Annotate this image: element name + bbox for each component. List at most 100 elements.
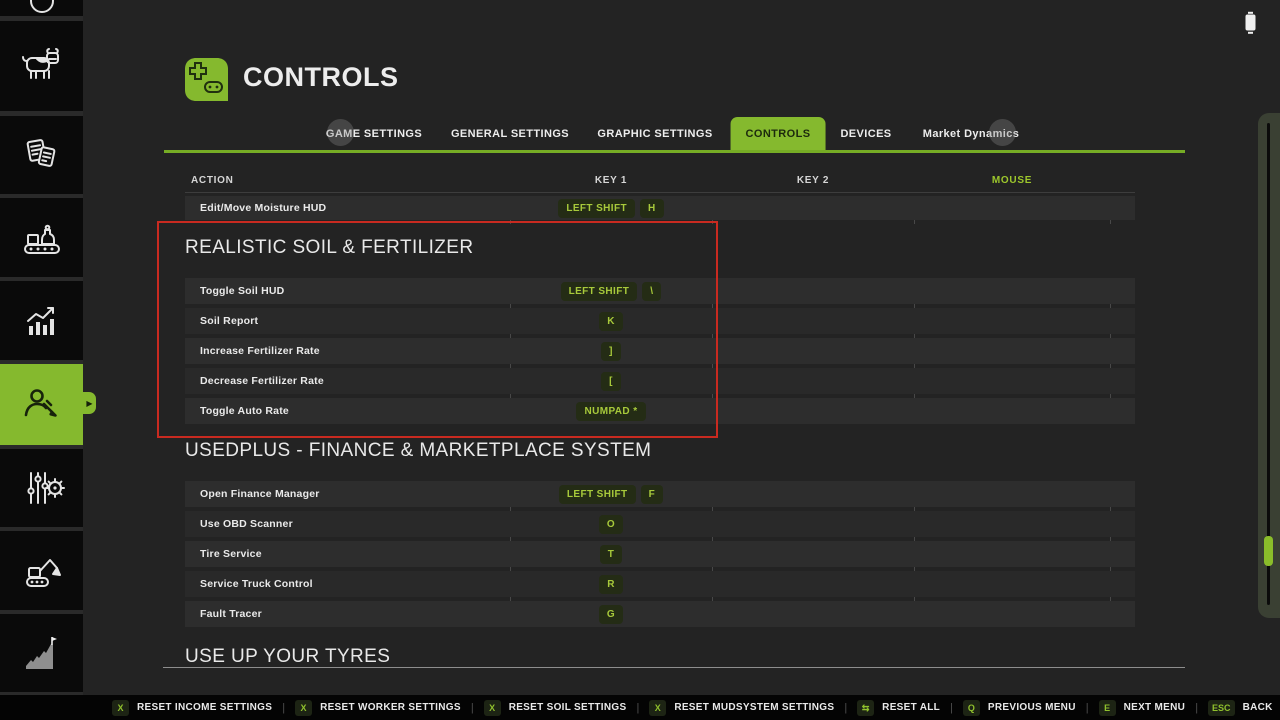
key2-cell[interactable] bbox=[712, 398, 914, 424]
mouse-cell[interactable] bbox=[914, 571, 1110, 597]
key2-cell[interactable] bbox=[712, 511, 914, 537]
hotkey-label: PREVIOUS MENU bbox=[988, 702, 1076, 713]
key-badge: T bbox=[600, 545, 623, 564]
sidebar-item-clock[interactable] bbox=[0, 0, 83, 16]
key1-cell[interactable]: G bbox=[510, 601, 712, 627]
action-label: Open Finance Manager bbox=[185, 481, 510, 507]
hotkey-badge: X bbox=[649, 700, 666, 716]
sidebar-item-animals[interactable] bbox=[0, 21, 83, 111]
hotkey-label: BACK bbox=[1243, 702, 1273, 713]
action-label: Edit/Move Moisture HUD bbox=[185, 196, 510, 220]
key2-cell[interactable] bbox=[712, 481, 914, 507]
tab-general-settings[interactable]: GENERAL SETTINGS bbox=[451, 117, 569, 152]
section-title: USEDPLUS - FINANCE & MARKETPLACE SYSTEM bbox=[185, 439, 1135, 463]
mouse-cell[interactable] bbox=[914, 601, 1110, 627]
hotkey-separator: | bbox=[1195, 702, 1198, 714]
section-rows: Toggle Soil HUDLEFT SHIFT\ Soil ReportK In… bbox=[185, 278, 1135, 424]
mouse-cell[interactable] bbox=[914, 278, 1110, 304]
mouse-cell[interactable] bbox=[914, 308, 1110, 334]
scrollbar[interactable] bbox=[1258, 113, 1280, 618]
action-label: Service Truck Control bbox=[185, 571, 510, 597]
key-badge: R bbox=[599, 575, 623, 594]
mouse-cell[interactable] bbox=[914, 541, 1110, 567]
hotkey-badge: X bbox=[295, 700, 312, 716]
key1-cell[interactable]: LEFT SHIFTF bbox=[510, 481, 712, 507]
key1-cell[interactable]: [ bbox=[510, 368, 712, 394]
key1-cell[interactable]: ] bbox=[510, 338, 712, 364]
production-icon bbox=[18, 214, 66, 262]
binding-row[interactable]: Service Truck Control R bbox=[185, 571, 1135, 597]
hotkey-back[interactable]: ESC BACK bbox=[1208, 700, 1273, 716]
binding-row[interactable]: Increase Fertilizer Rate] bbox=[185, 338, 1135, 364]
section-divider bbox=[163, 667, 1185, 668]
mouse-cell[interactable] bbox=[914, 368, 1110, 394]
tab-devices[interactable]: DEVICES bbox=[840, 117, 891, 152]
key1-cell[interactable]: NUMPAD * bbox=[510, 398, 712, 424]
sidebar-item-finances[interactable] bbox=[0, 614, 83, 692]
sidebar-item-workers[interactable] bbox=[0, 364, 83, 445]
key1-cell[interactable]: LEFT SHIFT\ bbox=[510, 278, 712, 304]
key2-cell[interactable] bbox=[712, 338, 914, 364]
sidebar-item-vehicle-settings[interactable] bbox=[0, 449, 83, 527]
hotkey-reset-worker-settings[interactable]: X RESET WORKER SETTINGS bbox=[295, 700, 461, 716]
key-badge: ] bbox=[601, 342, 621, 361]
binding-row[interactable]: Tire ServiceT bbox=[185, 541, 1135, 567]
hotkey-label: RESET WORKER SETTINGS bbox=[320, 702, 461, 713]
hotkey-badge: Q bbox=[963, 700, 980, 716]
binding-row[interactable]: Edit/Move Moisture HUDLEFT SHIFTH bbox=[185, 196, 1135, 220]
hotkey-next-menu[interactable]: ENEXT MENU bbox=[1099, 700, 1186, 716]
sidebar-item-statistics[interactable] bbox=[0, 281, 83, 360]
key2-cell[interactable] bbox=[712, 601, 914, 627]
key-badge: F bbox=[641, 485, 664, 504]
hotkey-reset-soil-settings[interactable]: XRESET SOIL SETTINGS bbox=[484, 700, 627, 716]
key2-cell[interactable] bbox=[712, 368, 914, 394]
key2-cell[interactable] bbox=[712, 278, 914, 304]
key1-cell[interactable]: K bbox=[510, 308, 712, 334]
mouse-cell[interactable] bbox=[914, 196, 1110, 220]
tab-controls[interactable]: CONTROLS bbox=[731, 117, 826, 152]
sidebar-item-construction[interactable] bbox=[0, 531, 83, 610]
binding-row[interactable]: Fault TracerG bbox=[185, 601, 1135, 627]
hotkey-label: RESET ALL bbox=[882, 702, 940, 713]
tab-graphic-settings[interactable]: GRAPHIC SETTINGS bbox=[597, 117, 712, 152]
key1-cell[interactable]: LEFT SHIFTH bbox=[510, 196, 712, 220]
section-title: USE UP YOUR TYRES bbox=[185, 645, 1135, 669]
key2-cell[interactable] bbox=[712, 196, 914, 220]
action-label: Increase Fertilizer Rate bbox=[185, 338, 510, 364]
active-tab-arrow-icon: ▶ bbox=[83, 392, 96, 414]
binding-row[interactable]: Soil ReportK bbox=[185, 308, 1135, 334]
section-use-up-your-tyres: USE UP YOUR TYRES bbox=[185, 645, 1135, 669]
hotkey-previous-menu[interactable]: Q PREVIOUS MENU bbox=[963, 700, 1076, 716]
section-rows: Open Finance ManagerLEFT SHIFTF Use OBD S… bbox=[185, 481, 1135, 627]
hotkey-badge: X bbox=[112, 700, 129, 716]
key2-cell[interactable] bbox=[712, 571, 914, 597]
mouse-cell[interactable] bbox=[914, 398, 1110, 424]
hotkey-badge: ⇆ bbox=[857, 700, 874, 716]
hotkey-reset-income-settings[interactable]: XRESET INCOME SETTINGS bbox=[112, 700, 272, 716]
key2-cell[interactable] bbox=[712, 308, 914, 334]
key2-cell[interactable] bbox=[712, 541, 914, 567]
mouse-cell[interactable] bbox=[914, 481, 1110, 507]
hotkey-reset-mudsystem-settings[interactable]: X RESET MUDSYSTEM SETTINGS bbox=[649, 700, 834, 716]
binding-row[interactable]: Toggle Soil HUDLEFT SHIFT\ bbox=[185, 278, 1135, 304]
hotkey-badge: ESC bbox=[1208, 700, 1235, 716]
nav-hint-circle bbox=[989, 119, 1016, 146]
hotkey-separator: | bbox=[282, 702, 285, 714]
hotkey-badge: X bbox=[484, 700, 501, 716]
key1-cell[interactable]: T bbox=[510, 541, 712, 567]
key1-cell[interactable]: R bbox=[510, 571, 712, 597]
binding-row[interactable]: Toggle Auto RateNUMPAD * bbox=[185, 398, 1135, 424]
action-label: Toggle Soil HUD bbox=[185, 278, 510, 304]
key1-cell[interactable]: O bbox=[510, 511, 712, 537]
mouse-cell[interactable] bbox=[914, 511, 1110, 537]
binding-row[interactable]: Open Finance ManagerLEFT SHIFTF bbox=[185, 481, 1135, 507]
hotkey-reset-all[interactable]: ⇆ RESET ALL bbox=[857, 700, 940, 716]
sidebar-item-production[interactable] bbox=[0, 198, 83, 277]
mouse-cell[interactable] bbox=[914, 338, 1110, 364]
key-badge: LEFT SHIFT bbox=[558, 199, 635, 218]
binding-row[interactable]: Decrease Fertilizer Rate[ bbox=[185, 368, 1135, 394]
hotkey-label: RESET MUDSYSTEM SETTINGS bbox=[674, 702, 834, 713]
binding-row[interactable]: Use OBD ScannerO bbox=[185, 511, 1135, 537]
scrollbar-thumb[interactable] bbox=[1264, 536, 1273, 566]
key-badge: G bbox=[599, 605, 623, 624]
